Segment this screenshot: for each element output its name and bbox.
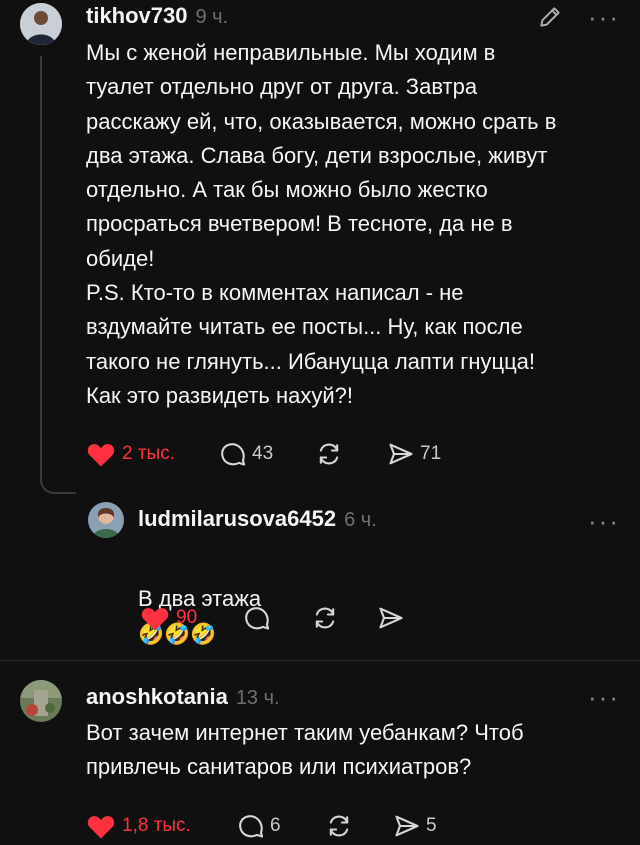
avatar[interactable] xyxy=(20,680,62,722)
pencil-icon[interactable] xyxy=(537,4,563,35)
send-icon xyxy=(395,815,419,837)
comment-icon xyxy=(239,815,264,838)
heart-icon xyxy=(141,608,169,631)
like-count: 90 xyxy=(176,607,198,628)
repost-icon xyxy=(329,815,349,837)
timestamp: 13 ч. xyxy=(235,687,280,709)
repost-button[interactable] xyxy=(310,604,340,637)
more-icon[interactable]: ··· xyxy=(588,508,620,534)
comment-count: 43 xyxy=(252,443,274,464)
repost-button[interactable] xyxy=(324,812,354,845)
share-count: 71 xyxy=(420,443,442,464)
like-count: 1,8 тыс. xyxy=(122,815,191,836)
like-button[interactable]: 1,8 тыс. xyxy=(86,812,191,840)
avatar[interactable] xyxy=(88,502,124,538)
username[interactable]: ludmilarusova6452 xyxy=(138,506,336,532)
repost-icon xyxy=(319,443,339,465)
comment-button[interactable]: 43 xyxy=(218,440,273,468)
like-button[interactable]: 90 xyxy=(140,604,197,632)
divider xyxy=(0,660,640,661)
share-count: 5 xyxy=(426,815,437,836)
comment-icon xyxy=(245,607,270,630)
heart-icon xyxy=(87,816,115,839)
heart-icon xyxy=(87,444,115,467)
comment-icon xyxy=(221,443,246,466)
repost-icon xyxy=(315,607,335,629)
repost-button[interactable] xyxy=(314,440,344,473)
share-button[interactable]: 71 xyxy=(386,440,441,468)
timestamp: 6 ч. xyxy=(344,509,377,531)
comment-header: anoshkotania 13 ч. xyxy=(86,684,280,710)
more-icon[interactable]: ··· xyxy=(588,684,620,710)
username[interactable]: anoshkotania xyxy=(86,684,228,710)
avatar-photo xyxy=(20,680,62,722)
like-button[interactable]: 2 тыс. xyxy=(86,440,175,468)
more-icon[interactable]: ··· xyxy=(588,4,620,30)
avatar[interactable] xyxy=(20,3,62,45)
username[interactable]: tikhov730 xyxy=(86,3,188,29)
like-count: 2 тыс. xyxy=(122,443,175,464)
thread-connector xyxy=(40,470,76,494)
post-header: tikhov730 9 ч. xyxy=(86,3,228,31)
send-icon xyxy=(389,443,413,465)
comment-button[interactable]: 6 xyxy=(236,812,281,840)
post-text: Мы с женой неправильные. Мы ходим в туал… xyxy=(86,40,557,408)
thread-line xyxy=(40,56,42,476)
share-button[interactable] xyxy=(376,604,406,637)
avatar-photo xyxy=(20,3,62,45)
timestamp: 9 ч. xyxy=(195,6,229,28)
avatar-photo xyxy=(88,502,124,538)
share-button[interactable]: 5 xyxy=(392,812,437,840)
comment-count: 6 xyxy=(270,815,281,836)
reply-header: ludmilarusova6452 6 ч. xyxy=(138,506,377,532)
comment-text: Вот зачем интернет таким уебанкам? Чтоб … xyxy=(86,720,524,780)
comment-button[interactable] xyxy=(242,604,272,637)
send-icon xyxy=(379,607,403,629)
